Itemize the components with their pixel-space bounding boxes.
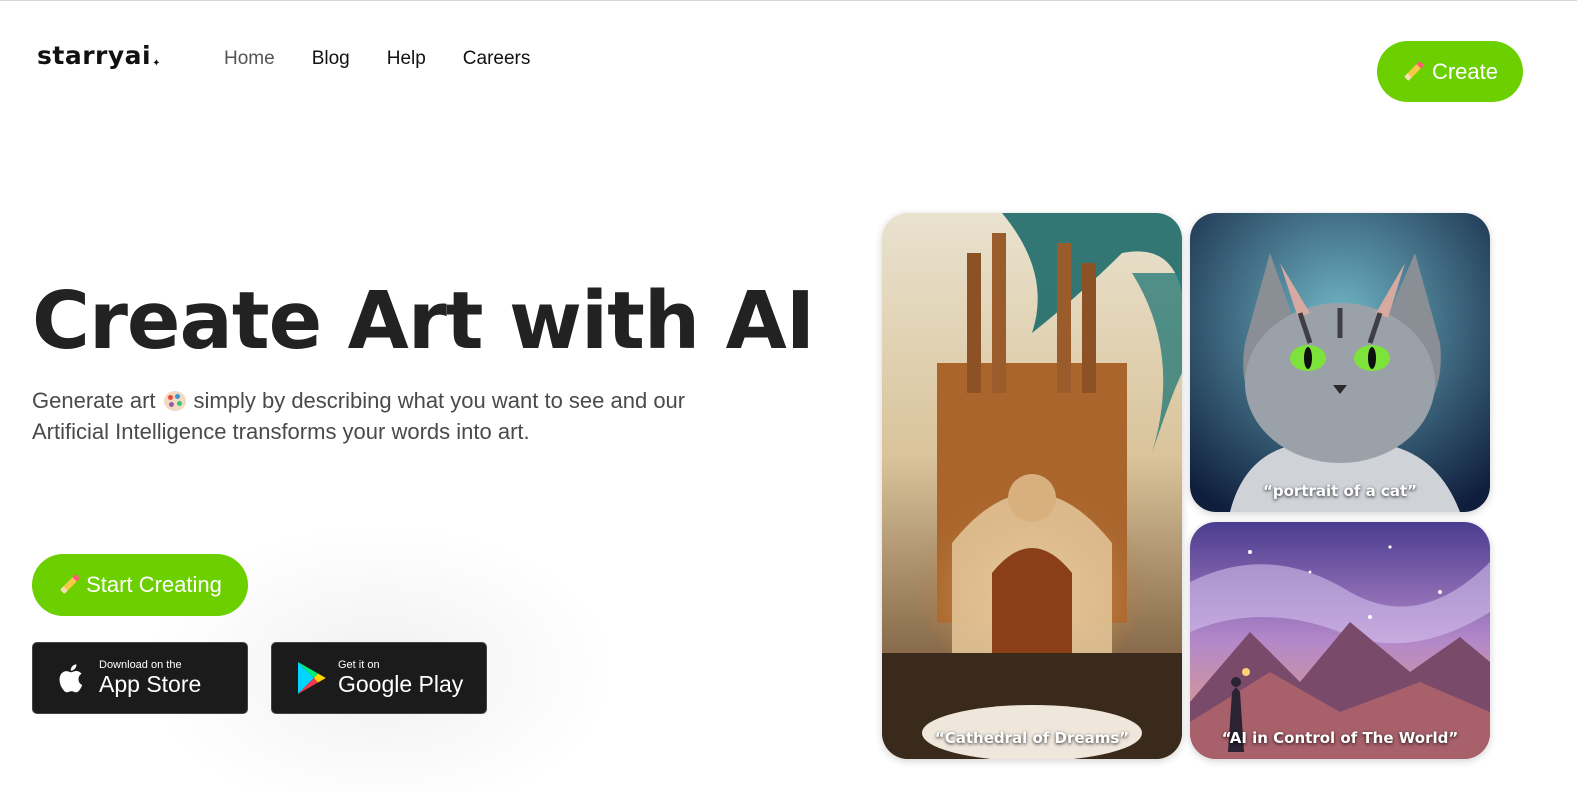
apple-icon (55, 659, 89, 697)
cat-artwork: “portrait of a cat” (1190, 213, 1490, 512)
google-play-icon (294, 659, 328, 697)
app-store-big-text: App Store (99, 671, 202, 697)
nav-blog[interactable]: Blog (312, 48, 350, 70)
cathedral-artwork: “Cathedral of Dreams” (882, 213, 1182, 759)
logo[interactable]: starryai✦ (37, 41, 161, 70)
pencil-icon (1402, 61, 1424, 83)
pencil-icon (58, 574, 80, 596)
google-play-small-text: Get it on (338, 659, 380, 671)
hero-title: Create Art with AI (32, 275, 815, 367)
world-caption: “AI in Control of The World” (1221, 729, 1459, 747)
cathedral-image (882, 213, 1182, 759)
nav-careers[interactable]: Careers (463, 48, 531, 70)
app-store-text: Download on the App Store (99, 659, 201, 697)
start-creating-button[interactable]: Start Creating (32, 554, 248, 616)
start-creating-label: Start Creating (86, 572, 222, 597)
logo-text: starryai (37, 41, 152, 70)
hero-subtitle: Generate art simply by describing what yo… (32, 385, 692, 447)
app-store-small-text: Download on the (99, 659, 182, 671)
cat-caption: “portrait of a cat” (1263, 482, 1417, 500)
nav-home[interactable]: Home (224, 48, 275, 70)
world-image (1190, 522, 1490, 759)
create-button[interactable]: Create (1377, 41, 1523, 102)
sparkle-icon: ✦ (152, 58, 161, 69)
cat-image (1190, 213, 1490, 512)
hero-subtitle-part1: Generate art (32, 388, 156, 413)
google-play-big-text: Google Play (338, 671, 464, 697)
google-play-text: Get it on Google Play (338, 659, 463, 697)
app-store-button[interactable]: Download on the App Store (32, 642, 248, 714)
create-button-label: Create (1431, 58, 1499, 84)
cathedral-caption: “Cathedral of Dreams” (934, 729, 1130, 747)
page: starryai✦ Home Blog Help Careers Create … (0, 0, 1577, 792)
main-nav: Home Blog Help Careers (224, 48, 567, 70)
world-artwork: “AI in Control of The World” (1190, 522, 1490, 759)
nav-help[interactable]: Help (387, 48, 426, 70)
google-play-button[interactable]: Get it on Google Play (271, 642, 487, 714)
palette-icon (163, 391, 186, 411)
